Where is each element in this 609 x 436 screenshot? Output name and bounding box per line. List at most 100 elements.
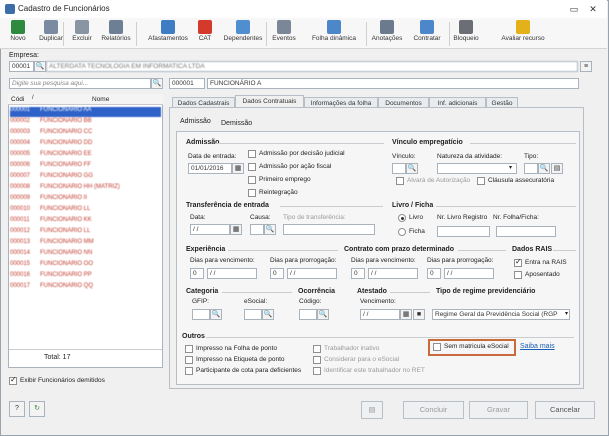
subtab-admissao[interactable]: Admissão: [180, 118, 221, 131]
reintegracao-checkbox[interactable]: [248, 189, 256, 197]
list-item[interactable]: 000015 FUNCIONÁRIO OO: [10, 261, 161, 271]
list-item[interactable]: 000013 FUNCIONÁRIO MM: [10, 239, 161, 249]
list-item[interactable]: 000007 FUNCIONÁRIO GG: [10, 173, 161, 183]
identificar-ret-checkbox[interactable]: [313, 367, 321, 375]
empresa-code-field[interactable]: 00001: [9, 61, 34, 72]
minimize-icon[interactable]: ▭: [567, 3, 581, 15]
ct-venc-days[interactable]: 0: [351, 268, 365, 279]
list-item[interactable]: 000012 FUNCIONÁRIO LL: [10, 228, 161, 238]
causa-field[interactable]: [250, 224, 264, 235]
saiba-mais-link[interactable]: Saiba mais: [520, 343, 555, 350]
ct-prorr-date[interactable]: / /: [444, 268, 494, 279]
trabalhador-inativo-checkbox[interactable]: [313, 345, 321, 353]
search-icon[interactable]: 🔍: [151, 78, 163, 89]
transf-calendar-icon[interactable]: ▦: [230, 224, 242, 235]
list-item[interactable]: 000006 FUNCIONÁRIO FF: [10, 162, 161, 172]
codigo-search-icon[interactable]: 🔍: [317, 309, 329, 320]
empresa-search-icon[interactable]: 🔍: [34, 61, 46, 72]
gfip-field[interactable]: [192, 309, 210, 320]
list-item[interactable]: 000003 FUNCIONÁRIO CC: [10, 129, 161, 139]
vinculo-search-icon[interactable]: 🔍: [406, 163, 418, 174]
toolbar-button-11[interactable]: Bloqueio: [452, 20, 480, 48]
exp-venc-days[interactable]: 0: [190, 268, 204, 279]
toolbar-button-3[interactable]: Relatórios: [101, 20, 131, 48]
toolbar-button-6[interactable]: Dependentes: [222, 20, 264, 48]
ct-venc-date[interactable]: / /: [368, 268, 418, 279]
list-item[interactable]: 000004 FUNCIONÁRIO DD: [10, 140, 161, 150]
acao-fiscal-checkbox[interactable]: [248, 163, 256, 171]
livro-radio[interactable]: [398, 214, 406, 222]
list-item[interactable]: 000002 FUNCIONÁRIO BB: [10, 118, 161, 128]
ct-prorr-days[interactable]: 0: [427, 268, 441, 279]
regime-select[interactable]: Regime Geral da Previdência Social (RGP: [432, 309, 570, 320]
decisao-judicial-checkbox[interactable]: [248, 150, 256, 158]
col-code-header[interactable]: Códi: [11, 96, 24, 103]
considerar-esocial-checkbox[interactable]: [313, 356, 321, 364]
atestado-venc-field[interactable]: / /: [360, 309, 400, 320]
toolbar-button-4[interactable]: Afastamentos: [147, 20, 189, 48]
atestado-calendar-icon[interactable]: ▦: [400, 309, 412, 320]
codigo-field[interactable]: [299, 309, 317, 320]
cota-deficientes-checkbox[interactable]: [185, 367, 193, 375]
esocial-search-icon[interactable]: 🔍: [262, 309, 274, 320]
list-item[interactable]: 000008 FUNCIONÁRIO HH (MATRIZ): [10, 184, 161, 194]
vinculo-field[interactable]: [392, 163, 406, 174]
exp-prorr-date[interactable]: / /: [287, 268, 337, 279]
toolbar-button-0[interactable]: Novo: [10, 20, 26, 48]
sem-matricula-checkbox[interactable]: [433, 343, 441, 351]
tipo-extra-icon[interactable]: ▤: [551, 163, 563, 174]
list-item[interactable]: 000010 FUNCIONÁRIO LL: [10, 206, 161, 216]
aposentado-checkbox[interactable]: [514, 271, 522, 279]
toolbar-button-8[interactable]: Folha dinâmica: [308, 20, 360, 48]
toolbar-button-7[interactable]: Eventos: [272, 20, 296, 48]
transf-data-label: Data:: [190, 214, 206, 221]
folha-ponto-checkbox[interactable]: [185, 345, 193, 353]
data-entrada-field[interactable]: 01/01/2016: [188, 163, 232, 174]
attachment-icon[interactable]: ▤: [361, 401, 383, 419]
tipo-transf-select[interactable]: [283, 224, 375, 235]
empresa-menu-icon[interactable]: ≡: [580, 61, 592, 72]
ficha-radio[interactable]: [398, 228, 406, 236]
atestado-action-icon[interactable]: ■: [413, 309, 425, 320]
toolbar-button-5[interactable]: CAT: [197, 20, 213, 48]
etiqueta-ponto-checkbox[interactable]: [185, 356, 193, 364]
gfip-search-icon[interactable]: 🔍: [210, 309, 222, 320]
esocial-field[interactable]: [244, 309, 262, 320]
subtab-demissao[interactable]: Demissão: [221, 120, 261, 131]
alvara-checkbox[interactable]: [396, 177, 404, 185]
tipo-field[interactable]: [524, 163, 538, 174]
search-input[interactable]: Digite sua pesquisa aqui...: [9, 78, 151, 89]
causa-search-icon[interactable]: 🔍: [264, 224, 276, 235]
primeiro-emprego-checkbox[interactable]: [248, 176, 256, 184]
natureza-select[interactable]: [437, 163, 517, 174]
tipo-search-icon[interactable]: 🔍: [538, 163, 550, 174]
refresh-icon[interactable]: ↻: [29, 401, 45, 417]
exp-prorr-days[interactable]: 0: [270, 268, 284, 279]
list-item[interactable]: 000016 FUNCIONÁRIO PP: [10, 272, 161, 282]
concluir-button[interactable]: Concluir: [403, 401, 464, 419]
list-item[interactable]: 000011 FUNCIONÁRIO KK: [10, 217, 161, 227]
exp-venc-date[interactable]: / /: [207, 268, 257, 279]
toolbar-button-2[interactable]: Excluir: [70, 20, 94, 48]
toolbar-button-1[interactable]: Duplicar: [36, 20, 66, 48]
list-item[interactable]: 000017 FUNCIONÁRIO QQ: [10, 283, 161, 293]
cancelar-button[interactable]: Cancelar: [535, 401, 595, 419]
list-item[interactable]: 000005 FUNCIONÁRIO EE: [10, 151, 161, 161]
nr-livro-field[interactable]: [437, 226, 490, 237]
list-item[interactable]: 000009 FUNCIONÁRIO II: [10, 195, 161, 205]
entra-rais-checkbox[interactable]: [514, 257, 522, 267]
list-item[interactable]: 000001 FUNCIONÁRIO AA: [10, 107, 161, 117]
toolbar-button-10[interactable]: Contratar: [410, 20, 444, 48]
exibir-demitidos-checkbox[interactable]: [9, 375, 17, 385]
nr-folha-field[interactable]: [496, 226, 556, 237]
transf-data-field[interactable]: / /: [190, 224, 230, 235]
list-item[interactable]: 000014 FUNCIONÁRIO NN: [10, 250, 161, 260]
help-icon[interactable]: ?: [9, 401, 25, 417]
clausula-checkbox[interactable]: [477, 177, 485, 185]
gravar-button[interactable]: Gravar: [469, 401, 528, 419]
col-name-header[interactable]: Nome: [92, 96, 109, 103]
calendar-icon[interactable]: ▦: [232, 163, 244, 174]
toolbar-button-12[interactable]: Avaliar recurso: [497, 20, 549, 48]
toolbar-button-9[interactable]: Anotações: [370, 20, 404, 48]
close-icon[interactable]: ✕: [586, 3, 600, 15]
